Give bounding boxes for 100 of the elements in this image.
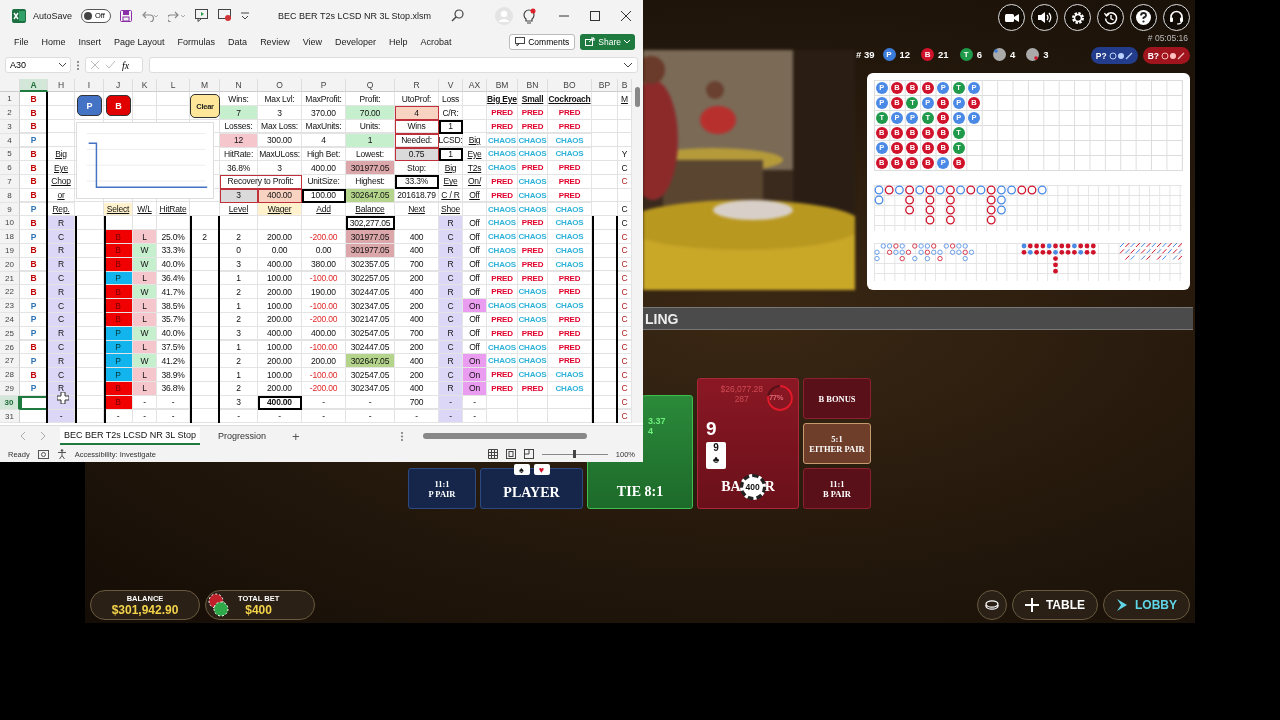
menu-tab[interactable]: Page Layout [114,36,165,47]
lobby-button[interactable]: LOBBY [1103,590,1190,620]
table-cell: Big [48,147,75,162]
menu-tab[interactable]: Acrobat [420,36,452,47]
row-header[interactable]: 2 [0,106,20,120]
column-header[interactable]: O [258,79,302,93]
sheet-button[interactable]: B [106,95,131,116]
macro-icon[interactable] [37,449,49,459]
search-icon[interactable] [451,9,464,23]
column-header[interactable]: M [190,79,220,93]
column-header[interactable]: BO [548,79,592,93]
save-icon[interactable] [120,9,133,22]
cursor-icon [57,392,69,405]
grid-view-icon[interactable] [487,449,498,460]
column-header[interactable]: BM [487,79,518,93]
zoom-slider[interactable] [541,450,608,459]
customize-icon[interactable] [241,11,250,20]
row-header[interactable]: 10 [0,216,20,231]
predict-button[interactable]: B? [1142,47,1190,64]
table-cell: 25.0% [157,230,190,245]
menu-tab[interactable]: Review [260,36,290,47]
b-pair-bet[interactable]: 11:1 B PAIR [803,468,871,509]
name-box[interactable]: A30 [5,57,71,74]
column-header[interactable]: K [133,79,157,93]
column-header[interactable]: P [302,79,346,93]
sound-button[interactable] [1031,4,1058,31]
column-header[interactable]: J [104,79,133,93]
row-header[interactable]: 29 [0,382,20,396]
either-pair-bet[interactable]: 5:1 EITHER PAIR [803,423,871,464]
sheet-tab[interactable]: BEC BER T2s LCSD NR 3L Stop [60,427,201,446]
column-header[interactable]: BP [592,79,618,93]
table-cell: PRED [548,354,592,369]
row-header[interactable]: 18 [0,230,20,245]
table-button[interactable]: TABLE [1011,590,1098,620]
table-cell: 3 [258,161,302,176]
column-header[interactable]: N [220,79,258,93]
column-header[interactable]: I [75,79,104,93]
round-count: # 39 [856,49,875,60]
column-header[interactable]: L [157,79,190,93]
menu-tab[interactable]: View [302,36,322,47]
column-header[interactable]: Q [346,79,395,93]
close-icon[interactable] [621,10,631,21]
table-cell: 201618.79 [395,188,439,203]
column-header[interactable]: A [20,79,48,93]
slider-thumb[interactable] [573,450,577,459]
menu-tab[interactable]: File [14,36,29,47]
lightbulb-icon[interactable] [522,7,536,24]
comment-icon[interactable] [195,9,210,23]
row-header[interactable]: 28 [0,368,20,383]
vertical-scrollbar[interactable] [632,79,643,424]
file-name[interactable]: BEC BER T2s LCSD NR 3L Stop.xlsm [278,10,432,21]
table-cell: Off [463,188,487,203]
column-header[interactable]: V [439,79,463,93]
predict-button[interactable]: P? [1090,47,1138,64]
column-header[interactable]: H [48,79,75,93]
function-button[interactable]: fx [122,59,130,71]
table-cell: - [220,409,258,424]
settings-button[interactable] [1064,4,1091,31]
column-header[interactable]: AX [463,79,487,93]
menu-tab[interactable]: Developer [335,36,377,47]
column-header[interactable]: BN [518,79,548,93]
page-layout-icon[interactable] [505,449,516,460]
table-cell: -200.00 [302,382,346,396]
row-header[interactable]: 22 [0,285,20,300]
row-header[interactable]: 7 [0,175,20,189]
add-sheet-button[interactable]: + [292,428,300,444]
b-bonus-bet[interactable]: B BONUS [803,378,871,419]
history-button[interactable] [1097,4,1124,31]
undo-icon[interactable] [141,9,160,22]
row-header[interactable]: 23 [0,299,20,314]
support-button[interactable] [1163,4,1190,31]
formula-field[interactable] [149,57,638,74]
p-pair-bet[interactable]: 11:1 P PAIR [408,468,476,509]
comments-button[interactable]: Comments [509,33,576,50]
table-cell: Eye [48,161,75,176]
row-header[interactable]: 19 [0,244,20,258]
row-header[interactable]: 27 [0,354,20,369]
row-header[interactable]: 1 [0,92,20,107]
column-header[interactable]: R [395,79,439,93]
column-header[interactable]: B [618,79,632,93]
accessibility-icon[interactable] [56,449,67,460]
menu-tab[interactable]: Data [228,36,248,47]
row-header[interactable]: 24 [0,313,20,327]
sheet-button[interactable]: P [77,95,102,116]
redo-icon[interactable] [168,9,187,22]
chip-stack-button[interactable] [976,590,1007,620]
help-button[interactable] [1130,4,1157,31]
maximize-icon[interactable] [590,10,600,21]
menu-tab[interactable]: Formulas [177,36,216,47]
menu-tab[interactable]: Home [41,36,66,47]
table-cell: CHAOS [518,230,548,245]
menu-tab[interactable]: Help [389,36,408,47]
sheet-tab[interactable]: Progression [214,428,271,445]
share-button[interactable]: Share [580,33,635,50]
page-break-icon[interactable] [523,449,534,460]
camera-button[interactable] [998,4,1025,31]
menu-tab[interactable]: Insert [78,36,102,47]
help-icon [1136,10,1151,25]
row-header[interactable]: 6 [0,161,20,176]
check-icon[interactable] [106,61,115,70]
